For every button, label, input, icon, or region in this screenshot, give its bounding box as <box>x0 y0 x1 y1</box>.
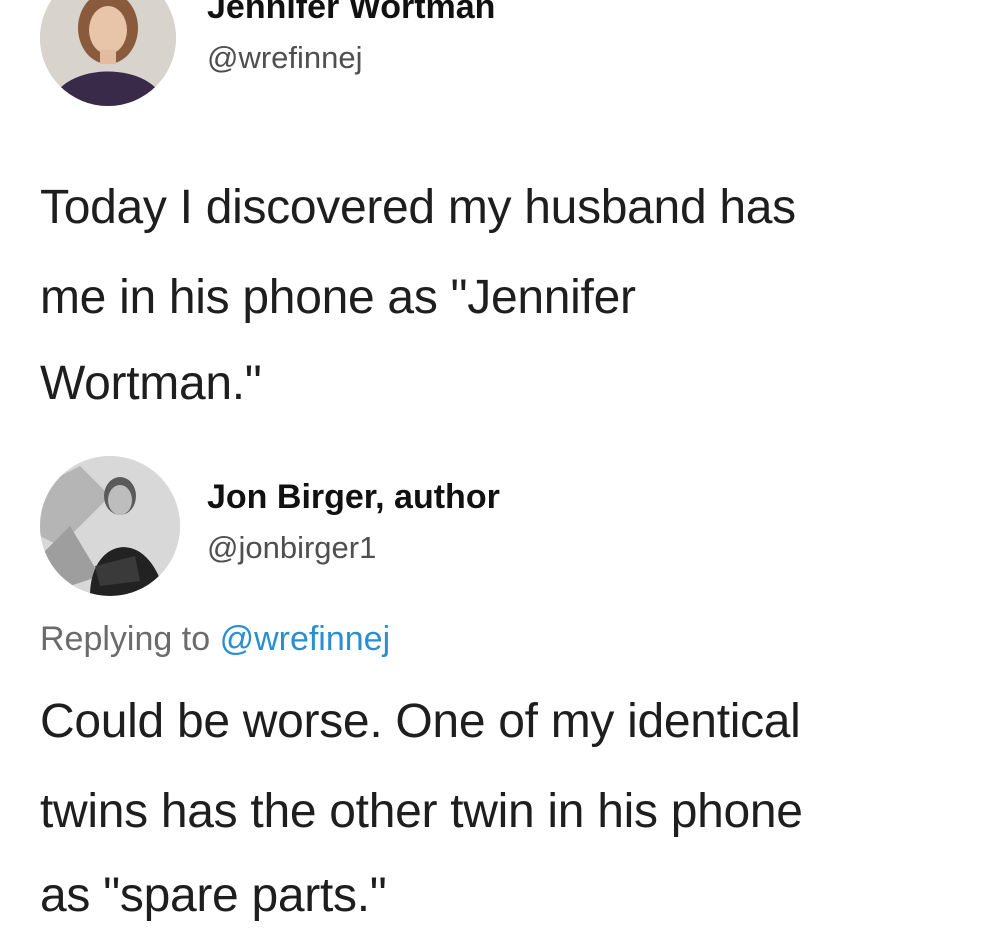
jennifer-handle[interactable]: @wrefinnej <box>207 40 363 76</box>
replying-to-line: Replying to @wrefinnej <box>40 620 390 659</box>
jennifer-avatar[interactable] <box>40 0 176 106</box>
jon-avatar[interactable] <box>40 456 180 596</box>
tweet2-text-line-1: Could be worse. One of my identical <box>40 695 801 748</box>
jennifer-display-name[interactable]: Jennifer Wortman <box>207 0 495 27</box>
user-photo-icon <box>40 0 176 106</box>
tweet2-text-line-2: twins has the other twin in his phone <box>40 785 803 838</box>
tweet1-text-line-2: me in his phone as "Jennifer <box>40 271 636 324</box>
tweet1-text-line-3: Wortman." <box>40 357 262 410</box>
jon-handle[interactable]: @jonbirger1 <box>207 530 376 566</box>
tweet2-text-line-3: as "spare parts." <box>40 869 387 922</box>
tweet1-text-line-1: Today I discovered my husband has <box>40 181 796 234</box>
replying-to-mention-link[interactable]: @wrefinnej <box>220 620 391 658</box>
jon-display-name[interactable]: Jon Birger, author <box>207 478 500 517</box>
user-photo-icon <box>40 456 180 596</box>
replying-to-prefix: Replying to <box>40 620 211 658</box>
